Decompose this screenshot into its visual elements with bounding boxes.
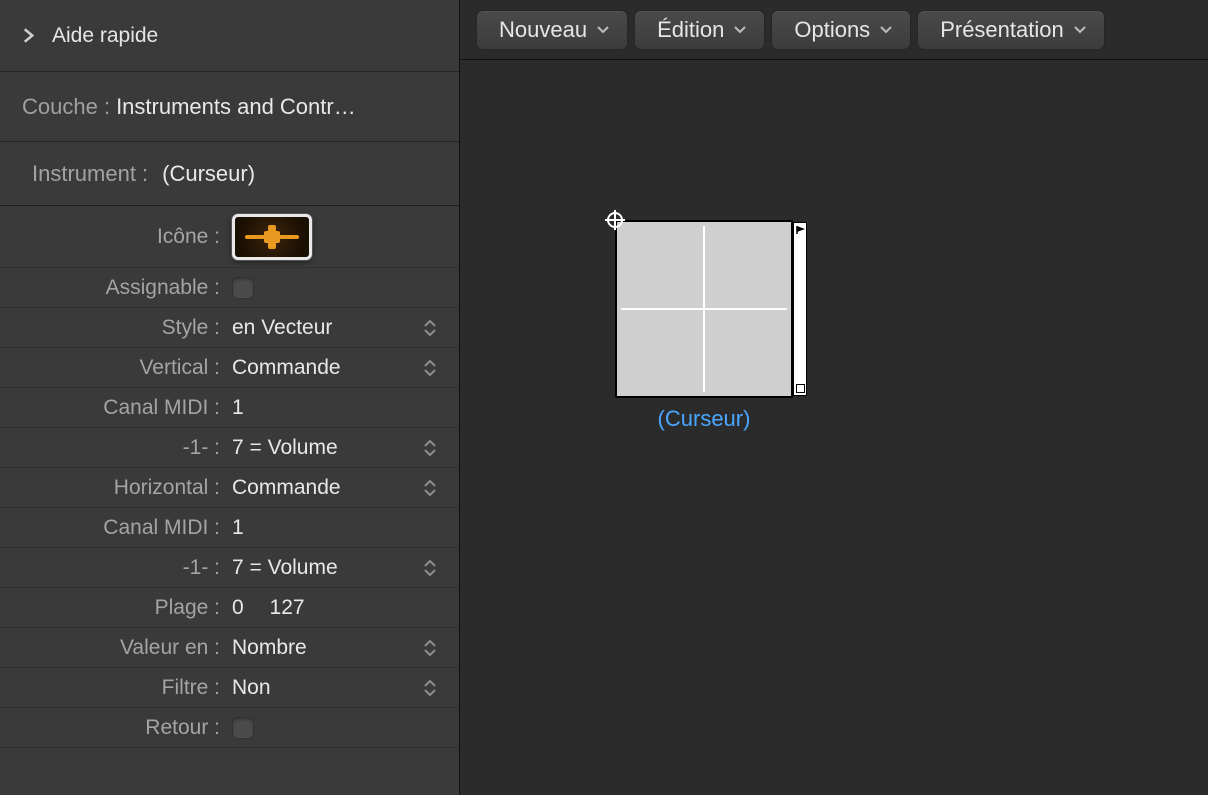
style-value: en Vecteur — [232, 316, 332, 340]
menu-edit-label: Édition — [657, 17, 724, 43]
menu-view-label: Présentation — [940, 17, 1064, 43]
prop-range[interactable]: Plage : 0 127 — [0, 588, 459, 628]
property-list: Icône : Assignable : Style : en Vecteur — [0, 206, 459, 748]
prop-value-as[interactable]: Valeur en : Nombre — [0, 628, 459, 668]
instrument-header-row[interactable]: Instrument : (Curseur) — [0, 142, 459, 206]
feedback-checkbox[interactable] — [232, 717, 254, 739]
environment-toolbar: Nouveau Édition Options Présentation — [460, 0, 1208, 60]
menu-options-label: Options — [794, 17, 870, 43]
instrument-label: Instrument : — [32, 161, 148, 187]
prop-icon: Icône : — [0, 206, 459, 268]
horizontal-value: Commande — [232, 476, 341, 500]
icon-label: Icône : — [0, 225, 224, 249]
menu-view[interactable]: Présentation — [917, 10, 1105, 50]
move-handle-icon[interactable] — [607, 212, 623, 228]
filter-label: Filtre : — [0, 676, 224, 700]
vector-pad[interactable] — [615, 220, 793, 398]
horizontal-label: Horizontal : — [0, 476, 224, 500]
vertical-value: Commande — [232, 356, 341, 380]
assignable-label: Assignable : — [0, 276, 224, 300]
layer-row[interactable]: Couche : Instruments and Contr… — [0, 72, 459, 142]
cable-bar[interactable] — [793, 222, 807, 396]
chevron-down-icon — [597, 26, 609, 34]
stepper-icon[interactable] — [421, 635, 439, 661]
quick-help-row[interactable]: Aide rapide — [0, 0, 459, 72]
prop-horizontal[interactable]: Horizontal : Commande — [0, 468, 459, 508]
prop-filter[interactable]: Filtre : Non — [0, 668, 459, 708]
v1-label: -1- : — [0, 436, 224, 460]
midi1-label: Canal MIDI : — [0, 396, 224, 420]
prop-h-controller[interactable]: -1- : 7 = Volume — [0, 548, 459, 588]
midi1-value: 1 — [232, 396, 244, 420]
chevron-down-icon — [880, 26, 892, 34]
v2-label: -1- : — [0, 556, 224, 580]
stepper-icon[interactable] — [421, 315, 439, 341]
prop-assignable: Assignable : — [0, 268, 459, 308]
filter-value: Non — [232, 676, 271, 700]
stepper-icon[interactable] — [421, 675, 439, 701]
instrument-value: (Curseur) — [162, 161, 255, 187]
prop-feedback: Retour : — [0, 708, 459, 748]
stepper-icon[interactable] — [421, 475, 439, 501]
prop-midi-channel-2[interactable]: Canal MIDI : 1 — [0, 508, 459, 548]
environment-canvas[interactable]: (Curseur) — [460, 60, 1208, 795]
range-max[interactable]: 127 — [270, 596, 305, 620]
midi2-value: 1 — [232, 516, 244, 540]
menu-options[interactable]: Options — [771, 10, 911, 50]
prop-v-controller[interactable]: -1- : 7 = Volume — [0, 428, 459, 468]
prop-style[interactable]: Style : en Vecteur — [0, 308, 459, 348]
valueas-label: Valeur en : — [0, 636, 224, 660]
cable-out-icon — [796, 225, 806, 235]
object-label[interactable]: (Curseur) — [658, 406, 751, 432]
icon-picker[interactable] — [232, 214, 312, 260]
vector-fader-object[interactable]: (Curseur) — [615, 220, 793, 432]
stepper-icon[interactable] — [421, 355, 439, 381]
range-min[interactable]: 0 — [232, 596, 244, 620]
range-label: Plage : — [0, 596, 224, 620]
prop-vertical[interactable]: Vertical : Commande — [0, 348, 459, 388]
menu-edit[interactable]: Édition — [634, 10, 765, 50]
chevron-down-icon — [1074, 26, 1086, 34]
prop-midi-channel-1[interactable]: Canal MIDI : 1 — [0, 388, 459, 428]
v2-value: 7 = Volume — [232, 556, 338, 580]
layer-label: Couche : — [22, 94, 110, 120]
chevron-down-icon — [734, 26, 746, 34]
stepper-icon[interactable] — [421, 555, 439, 581]
vertical-label: Vertical : — [0, 356, 224, 380]
resize-handle-icon[interactable] — [796, 384, 805, 393]
style-label: Style : — [0, 316, 224, 340]
assignable-checkbox[interactable] — [232, 277, 254, 299]
feedback-label: Retour : — [0, 716, 224, 740]
environment-area: Nouveau Édition Options Présentation — [460, 0, 1208, 795]
stepper-icon[interactable] — [421, 435, 439, 461]
chevron-right-icon — [18, 28, 38, 43]
midi2-label: Canal MIDI : — [0, 516, 224, 540]
menu-new-label: Nouveau — [499, 17, 587, 43]
layer-value: Instruments and Contr… — [116, 94, 356, 120]
quick-help-title: Aide rapide — [52, 24, 158, 48]
menu-new[interactable]: Nouveau — [476, 10, 628, 50]
v1-value: 7 = Volume — [232, 436, 338, 460]
inspector-panel: Aide rapide Couche : Instruments and Con… — [0, 0, 460, 795]
valueas-value: Nombre — [232, 636, 307, 660]
